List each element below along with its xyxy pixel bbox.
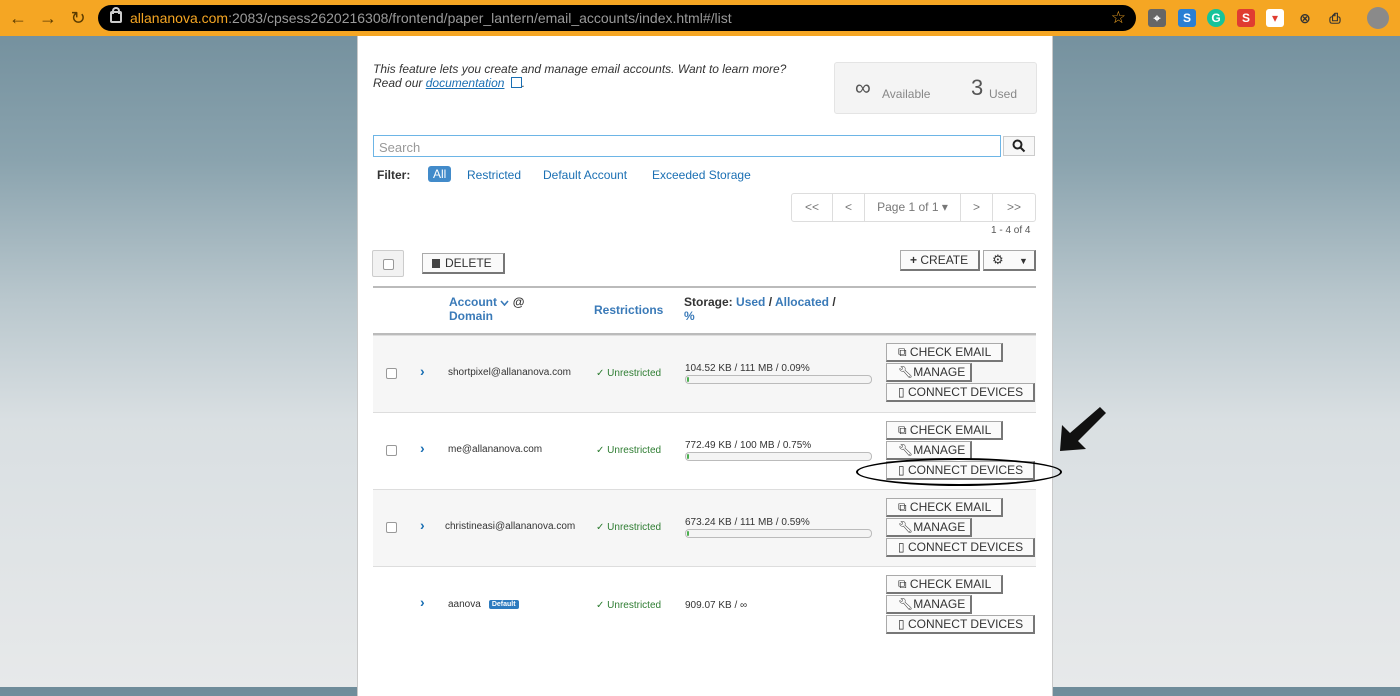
browser-toolbar: ← → ↻ allananova.com:2083/cpsess26202163…	[0, 0, 1400, 36]
manage-button[interactable]: 🔧︎MANAGE	[886, 595, 972, 614]
sort-chevron-icon	[500, 300, 509, 307]
phone-icon: ▯	[898, 540, 905, 554]
external-link-icon	[510, 77, 522, 88]
storage-bar	[685, 375, 872, 384]
wrench-icon: 🔧︎	[898, 365, 914, 379]
column-storage[interactable]: Storage: Used / Allocated / %	[684, 295, 869, 323]
usage-stats: ∞ Available 3 Used	[834, 62, 1037, 114]
avatar[interactable]	[1367, 7, 1389, 29]
highlight-oval	[856, 458, 1062, 486]
documentation-link[interactable]: documentation	[426, 76, 505, 90]
grammarly-icon[interactable]: G	[1207, 9, 1225, 27]
storage-text: 673.24 KB / 111 MB / 0.59%	[685, 517, 810, 528]
wrench-icon: 🔧︎	[898, 443, 914, 457]
storage-text: 909.07 KB / ∞	[685, 600, 748, 611]
filter-label: Filter:	[377, 168, 411, 182]
intro-text: This feature lets you create and manage …	[373, 62, 787, 90]
map-icon[interactable]: ⌖	[1148, 9, 1166, 27]
external-link-icon: ⧉	[898, 345, 907, 359]
default-badge: Default	[488, 600, 519, 609]
s-red-icon[interactable]: S	[1237, 9, 1255, 27]
lock-icon	[110, 7, 122, 23]
restriction-status: ✓ Unrestricted	[596, 600, 662, 611]
wrench-icon: 🔧︎	[898, 597, 914, 611]
select-all-checkbox[interactable]	[372, 250, 404, 277]
chevron-down-icon: ▼	[1019, 256, 1028, 266]
search-input[interactable]: Search	[373, 135, 1001, 157]
prev-page-button[interactable]: <	[832, 194, 864, 221]
used-label: Used	[989, 87, 1018, 101]
column-account[interactable]: Account @ Domain	[449, 295, 524, 323]
connect-devices-button[interactable]: ▯ CONNECT DEVICES	[886, 383, 1035, 402]
restriction-status: ✓ Unrestricted	[596, 445, 662, 456]
expand-chevron-icon[interactable]: ›	[420, 594, 425, 610]
connect-devices-button[interactable]: ▯ CONNECT DEVICES	[886, 538, 1035, 557]
manage-button[interactable]: 🔧︎MANAGE	[886, 518, 972, 537]
storage-bar	[685, 529, 872, 538]
back-icon[interactable]: ←	[6, 6, 30, 30]
account-email: me@allananova.com	[448, 444, 543, 455]
account-email: aanova Default	[448, 599, 519, 610]
settings-dropdown[interactable]: ⚙ ▼	[983, 250, 1036, 271]
filter-restricted[interactable]: Restricted	[467, 168, 521, 182]
create-button[interactable]: + CREATE	[900, 250, 980, 271]
first-page-button[interactable]: <<	[792, 194, 832, 221]
last-page-button[interactable]: >>	[992, 194, 1035, 221]
check-email-button[interactable]: ⧉ CHECK EMAIL	[886, 421, 1003, 440]
filter-default-account[interactable]: Default Account	[543, 168, 627, 182]
check-email-button[interactable]: ⧉ CHECK EMAIL	[886, 343, 1003, 362]
address-bar[interactable]: allananova.com:2083/cpsess2620216308/fro…	[98, 5, 1136, 31]
email-accounts-panel: This feature lets you create and manage …	[357, 36, 1053, 696]
row-checkbox[interactable]	[386, 368, 397, 379]
table-top-line	[373, 286, 1036, 288]
plus-icon: +	[910, 253, 918, 267]
reload-icon[interactable]: ↻	[66, 6, 90, 30]
expand-chevron-icon[interactable]: ›	[420, 517, 425, 533]
search-icon	[1012, 139, 1026, 153]
check-email-button[interactable]: ⧉ CHECK EMAIL	[886, 575, 1003, 594]
filter-all[interactable]: All	[428, 166, 452, 182]
expand-chevron-icon[interactable]: ›	[420, 363, 425, 379]
phone-icon: ▯	[898, 385, 905, 399]
row-checkbox[interactable]	[386, 522, 397, 533]
result-count: 1 - 4 of 4	[991, 225, 1031, 236]
available-label: Available	[882, 87, 931, 101]
storage-bar	[685, 452, 872, 461]
restriction-status: ✓ Unrestricted	[596, 522, 662, 533]
next-page-button[interactable]: >	[960, 194, 992, 221]
used-count: 3	[971, 75, 984, 100]
pointer-arrow-icon	[1060, 407, 1106, 451]
column-restrictions[interactable]: Restrictions	[594, 303, 663, 317]
expand-chevron-icon[interactable]: ›	[420, 440, 425, 456]
storage-text: 104.52 KB / 111 MB / 0.09%	[685, 363, 810, 374]
gear-icon: ⚙	[992, 252, 1004, 267]
external-link-icon: ⧉	[898, 423, 907, 437]
manage-button[interactable]: 🔧︎MANAGE	[886, 363, 972, 382]
infinity-symbol: ∞	[855, 75, 871, 100]
delete-button[interactable]: DELETE	[422, 253, 505, 274]
check-email-button[interactable]: ⧉ CHECK EMAIL	[886, 498, 1003, 517]
row-checkbox[interactable]	[386, 445, 397, 456]
pagination: << < Page 1 of 1 ▾ > >>	[791, 193, 1036, 222]
external-link-icon: ⧉	[898, 500, 907, 514]
external-link-icon: ⧉	[898, 577, 907, 591]
printer-icon[interactable]: ⎙	[1326, 9, 1344, 27]
storage-text: 772.49 KB / 100 MB / 0.75%	[685, 440, 812, 451]
account-email: shortpixel@allananova.com	[448, 367, 571, 378]
trash-icon	[432, 259, 440, 268]
connect-devices-button[interactable]: ▯ CONNECT DEVICES	[886, 615, 1035, 634]
pocket-icon[interactable]: ▾	[1266, 9, 1284, 27]
phone-icon: ▯	[898, 617, 905, 631]
page-select[interactable]: Page 1 of 1 ▾	[864, 194, 960, 221]
wrench-icon: 🔧︎	[898, 520, 914, 534]
filter-exceeded-storage[interactable]: Exceeded Storage	[652, 168, 751, 182]
url-text: allananova.com:2083/cpsess2620216308/fro…	[130, 10, 732, 26]
close-circle-icon[interactable]: ⊗	[1296, 9, 1314, 27]
restriction-status: ✓ Unrestricted	[596, 368, 662, 379]
forward-icon[interactable]: →	[36, 6, 60, 30]
search-button[interactable]	[1003, 136, 1035, 156]
bookmark-star-icon[interactable]: ☆	[1111, 8, 1126, 28]
s-blue-icon[interactable]: S	[1178, 9, 1196, 27]
account-email: christineasi@allananova.com	[445, 521, 576, 532]
